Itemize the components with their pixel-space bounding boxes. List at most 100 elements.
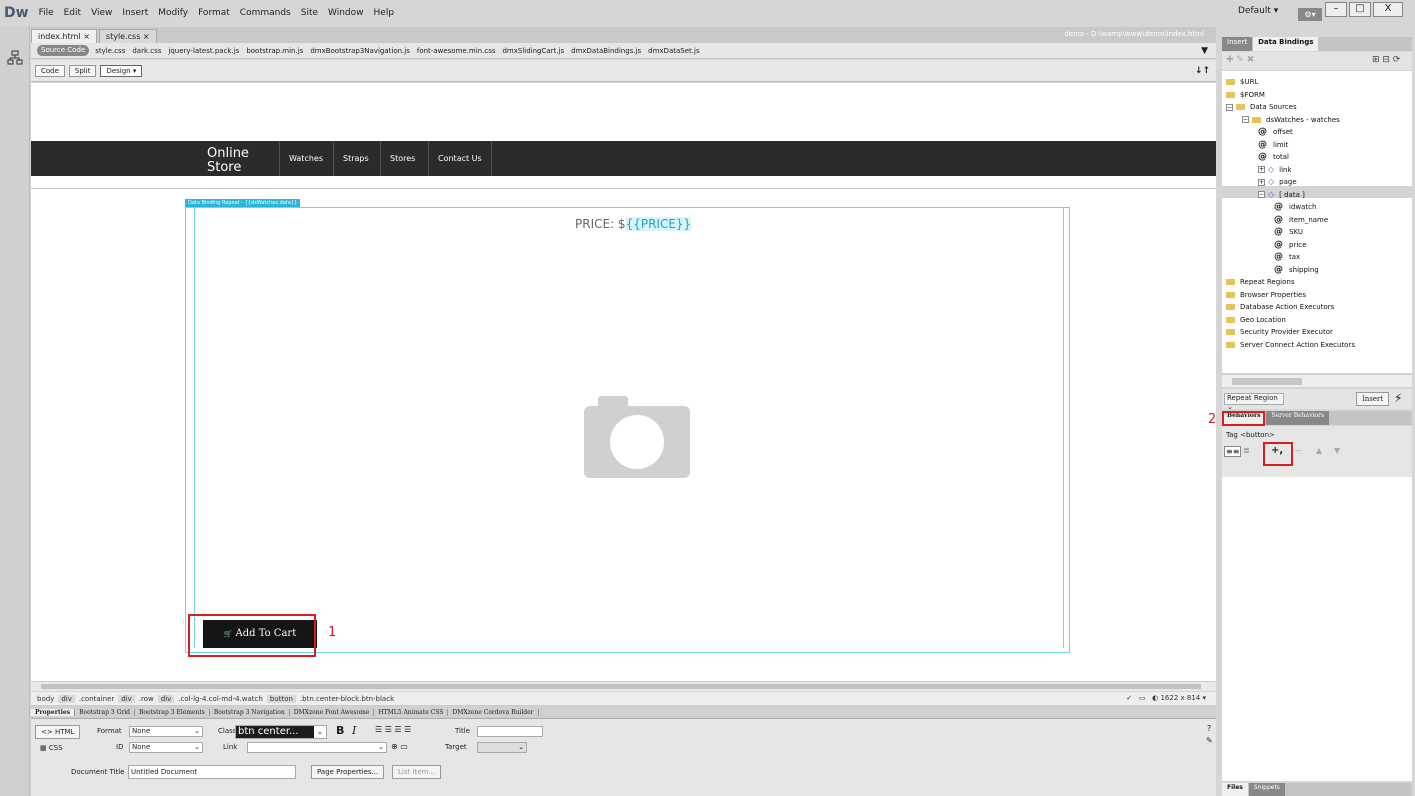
italic-button[interactable]: I <box>352 724 356 737</box>
repeat-region-select[interactable]: Repeat Region ⌄ <box>1224 393 1284 411</box>
point-to-file-icon[interactable]: ⊕ ▭ <box>391 742 408 751</box>
bindings-edit-icons[interactable]: ✚ ✎ ✖ <box>1226 55 1254 65</box>
repeat-region-label[interactable]: Data Binding Repeat - {{dsWatches.data}} <box>185 199 301 207</box>
tree-item[interactable]: @ item_name <box>1274 214 1328 226</box>
menu-insert[interactable]: Insert <box>122 8 148 18</box>
sort-icon[interactable]: ↓↑ <box>1195 66 1210 76</box>
menu-site[interactable]: Site <box>301 8 318 18</box>
tag-item[interactable]: div <box>58 694 75 703</box>
tab-index-html[interactable]: index.html × <box>31 29 97 43</box>
tag-item[interactable]: .container <box>79 695 114 703</box>
close-icon[interactable]: × <box>83 32 90 41</box>
tab-properties[interactable]: Properties <box>31 708 76 716</box>
watch-column[interactable]: PRICE: ${{PRICE}} 🛒 Add To Cart <box>194 208 1064 648</box>
repeat-region[interactable]: PRICE: ${{PRICE}} 🛒 Add To Cart <box>185 207 1070 653</box>
link-input[interactable]: ⌄ <box>247 742 387 753</box>
tag-item[interactable]: .row <box>139 695 154 703</box>
show-set-events-icon[interactable]: ≡≡ <box>1224 446 1242 457</box>
gear-icon[interactable]: ⚙▾ <box>1298 8 1322 21</box>
workspace-switcher[interactable]: Default ▾ <box>1238 6 1278 16</box>
tag-item[interactable]: div <box>118 694 135 703</box>
tree-item[interactable]: + ◇ link <box>1258 164 1292 176</box>
related-file[interactable]: dark.css <box>132 47 161 55</box>
nav-watches[interactable]: Watches <box>279 141 332 176</box>
menu-help[interactable]: Help <box>374 8 395 18</box>
close-icon[interactable]: × <box>143 32 150 41</box>
tree-item[interactable]: @ total <box>1258 151 1289 163</box>
list-format-icons[interactable]: ☰ ☰ ☰ ☰ <box>375 725 411 734</box>
tab-data-bindings[interactable]: Data Bindings <box>1253 37 1319 51</box>
expand-icon[interactable]: + <box>1258 178 1265 186</box>
related-file[interactable]: jquery-latest.pack.js <box>168 47 239 55</box>
related-file[interactable]: dmxSlidingCart.js <box>502 47 564 55</box>
tree-item[interactable]: @ SKU <box>1274 226 1303 238</box>
tree-item[interactable]: Repeat Regions <box>1226 276 1294 288</box>
design-view-button[interactable]: Design ▾ <box>100 64 143 77</box>
tree-item[interactable]: @ price <box>1274 239 1306 251</box>
menu-file[interactable]: File <box>39 8 54 18</box>
menu-view[interactable]: View <box>91 8 112 18</box>
nav-contact-us[interactable]: Contact Us <box>428 141 492 176</box>
tree-item[interactable]: @ limit <box>1258 139 1288 151</box>
source-code-button[interactable]: Source Code <box>37 45 90 56</box>
related-file[interactable]: dmxBootstrap3Navigation.js <box>310 47 410 55</box>
tree-item[interactable]: @ offset <box>1258 126 1293 138</box>
tab-insert[interactable]: Insert <box>1222 37 1253 51</box>
nav-stores[interactable]: Stores <box>380 141 424 176</box>
related-file[interactable]: dmxDataSet.js <box>648 47 699 55</box>
data-bindings-tree[interactable]: $URL $FORM − Data Sources − dsWatches - watch… <box>1222 71 1412 373</box>
css-mode-button[interactable]: ▦ CSS <box>35 742 68 756</box>
menu-modify[interactable]: Modify <box>158 8 188 18</box>
tag-item[interactable]: button <box>266 694 296 703</box>
bindings-view-icons[interactable]: ⊞ ⊟ ⟳ <box>1372 55 1400 65</box>
expand-icon[interactable]: + <box>1258 166 1265 173</box>
nav-straps[interactable]: Straps <box>333 141 378 176</box>
tag-item[interactable]: .btn.center-block.btn-black <box>300 695 394 703</box>
filter-icon[interactable]: ▼ <box>1201 46 1208 56</box>
title-input[interactable] <box>477 726 543 737</box>
insert-button[interactable]: Insert <box>1356 392 1390 406</box>
tag-item[interactable]: div <box>157 694 175 703</box>
collapse-icon[interactable]: − <box>1242 116 1249 123</box>
tree-item[interactable]: Database Action Executors <box>1226 301 1334 313</box>
menu-format[interactable]: Format <box>198 8 230 18</box>
target-select[interactable]: ⌄ <box>477 742 527 753</box>
tab-bootstrap-grid[interactable]: Bootstrap 3 Grid <box>75 708 135 716</box>
menu-window[interactable]: Window <box>328 8 364 18</box>
scrollbar-thumb[interactable] <box>41 684 1201 689</box>
html-mode-button[interactable]: <> HTML <box>35 725 81 739</box>
help-icon[interactable]: ? <box>1207 724 1211 733</box>
tag-item[interactable]: body <box>37 695 54 703</box>
close-button[interactable]: X <box>1373 2 1403 17</box>
horizontal-scrollbar[interactable] <box>31 681 1216 691</box>
tab-snippets[interactable]: Snippets <box>1248 783 1285 796</box>
tree-item[interactable]: $URL <box>1226 76 1258 88</box>
tree-item[interactable]: @ shipping <box>1274 264 1319 276</box>
window-size[interactable]: ✓ ▭ ◐ 1622 x 814 ▾ <box>1126 694 1206 702</box>
tab-font-awesome[interactable]: DMXzone Font Awesome <box>290 708 375 716</box>
tree-item[interactable]: Geo Location <box>1226 314 1286 326</box>
format-select[interactable]: None ⌄ <box>129 726 203 737</box>
tree-item[interactable]: Browser Properties <box>1226 289 1306 301</box>
tab-style-css[interactable]: style.css × <box>98 29 157 43</box>
id-select[interactable]: None ⌄ <box>129 742 203 753</box>
maximize-button[interactable]: □ <box>1349 2 1371 17</box>
bold-button[interactable]: B <box>336 724 344 737</box>
collapse-icon[interactable]: − <box>1258 191 1265 198</box>
magic-wand-icon[interactable]: ⚡ <box>1394 391 1402 405</box>
edit-rule-icon[interactable]: ✎ <box>1206 736 1213 745</box>
tree-item[interactable]: Server Connect Action Executors <box>1226 339 1355 351</box>
tab-animate-css[interactable]: HTML5 Animate CSS <box>374 708 449 716</box>
site-brand[interactable]: Online Store <box>207 147 267 176</box>
split-view-button[interactable]: Split <box>68 64 97 77</box>
list-item-button[interactable]: List Item... <box>392 765 442 779</box>
scrollbar-thumb[interactable] <box>1232 378 1302 385</box>
design-view[interactable]: Online Store Watches Straps Stores Conta… <box>31 83 1216 681</box>
code-view-button[interactable]: Code <box>35 64 65 77</box>
related-file[interactable]: font-awesome.min.css <box>417 47 496 55</box>
related-file[interactable]: bootstrap.min.js <box>246 47 303 55</box>
tree-horizontal-scrollbar[interactable] <box>1222 374 1412 387</box>
tree-item[interactable]: @ tax <box>1274 251 1300 263</box>
move-up-icon[interactable]: ▲ <box>1316 446 1322 455</box>
tree-item[interactable]: @ idwatch <box>1274 201 1316 213</box>
